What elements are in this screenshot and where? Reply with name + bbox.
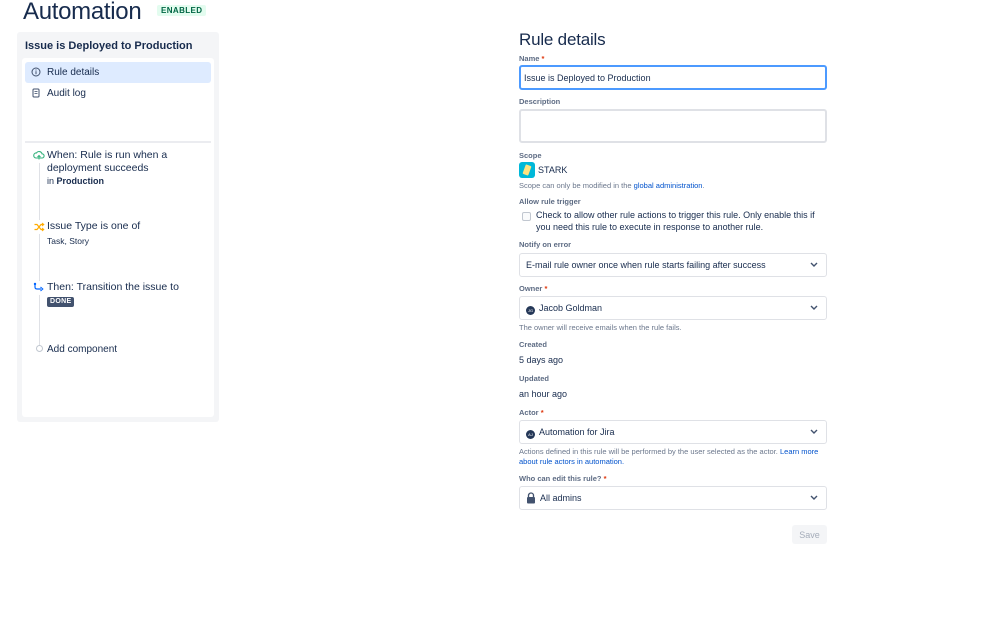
add-component-button[interactable]: Add component: [47, 343, 207, 356]
page-title: Automation: [23, 0, 142, 25]
trigger-component[interactable]: When: Rule is run when a deployment succ…: [47, 149, 207, 188]
who-can-edit-select[interactable]: All admins: [519, 486, 827, 510]
sidebar-panel: Rule details Audit log When: Rule is run…: [22, 58, 214, 417]
lock-icon: [527, 492, 535, 504]
chevron-down-icon: [810, 262, 818, 267]
actor-select[interactable]: AJ Automation for Jira: [519, 420, 827, 444]
sidebar-item-label: Rule details: [47, 67, 100, 78]
status-badge: ENABLED: [157, 5, 207, 16]
scope-project: STARK: [538, 165, 568, 175]
updated-value: an hour ago: [519, 389, 568, 399]
scope-helper: Scope can only be modified in the global…: [519, 181, 705, 190]
actor-helper: Actions defined in this rule will be per…: [519, 447, 819, 466]
allow-trigger-checkbox[interactable]: [522, 212, 531, 221]
owner-label: Owner *: [519, 284, 548, 293]
avatar: AJ: [526, 430, 535, 439]
action-component[interactable]: Then: Transition the issue to DONE: [47, 281, 207, 307]
condition-component[interactable]: Issue Type is one of Task, Story: [47, 220, 207, 248]
name-label: Name *: [519, 54, 545, 63]
chevron-down-icon: [810, 495, 818, 500]
trigger-environment: Production: [56, 176, 105, 186]
sidebar-item-rule-details[interactable]: Rule details: [25, 62, 211, 83]
description-label: Description: [519, 97, 561, 106]
allow-trigger-text: Check to allow other rule actions to tri…: [536, 210, 815, 232]
notify-select[interactable]: E-mail rule owner once when rule starts …: [519, 253, 827, 277]
owner-value: Jacob Goldman: [539, 303, 603, 313]
status-lozenge: DONE: [47, 297, 75, 307]
avatar: JG: [526, 306, 535, 315]
action-title: Then: Transition the issue to: [47, 281, 179, 293]
project-avatar-icon: [519, 162, 535, 178]
notify-label: Notify on error: [519, 240, 572, 249]
who-can-edit-value: All admins: [540, 493, 582, 503]
trigger-title: When: Rule is run when a deployment succ…: [47, 149, 168, 174]
add-component-dot-icon: [36, 345, 43, 352]
timeline-line: [39, 162, 40, 348]
created-value: 5 days ago: [519, 355, 564, 365]
shuffle-icon: [32, 220, 46, 234]
notify-value: E-mail rule owner once when rule starts …: [526, 260, 766, 270]
owner-helper: The owner will receive emails when the r…: [519, 323, 682, 332]
rule-title: Issue is Deployed to Production: [25, 40, 193, 52]
sidebar-divider: [25, 141, 211, 143]
allow-trigger-label: Allow rule trigger: [519, 197, 581, 206]
description-input[interactable]: [519, 109, 827, 143]
condition-title: Issue Type is one of: [47, 220, 141, 232]
document-icon: [32, 88, 40, 98]
name-input[interactable]: [519, 65, 827, 90]
created-label: Created: [519, 340, 547, 349]
rule-sidebar: Issue is Deployed to Production Rule det…: [17, 32, 219, 422]
actor-value: Automation for Jira: [539, 427, 615, 437]
updated-label: Updated: [519, 374, 549, 383]
who-can-edit-label: Who can edit this rule? *: [519, 474, 607, 483]
chevron-down-icon: [810, 429, 818, 434]
transition-icon: [32, 281, 46, 295]
global-administration-link[interactable]: global administration: [634, 181, 703, 190]
save-button[interactable]: Save: [792, 525, 827, 544]
owner-select[interactable]: JG Jacob Goldman: [519, 296, 827, 320]
deployment-cloud-icon: [32, 149, 46, 163]
sidebar-item-audit-log[interactable]: Audit log: [25, 83, 211, 104]
trigger-prefix: in: [47, 176, 55, 186]
condition-detail: Task, Story: [47, 236, 90, 246]
actor-label: Actor *: [519, 408, 544, 417]
chevron-down-icon: [810, 305, 818, 310]
scope-label: Scope: [519, 151, 542, 160]
form-title: Rule details: [519, 30, 606, 49]
sidebar-item-label: Audit log: [47, 88, 86, 99]
info-icon: [31, 67, 41, 77]
